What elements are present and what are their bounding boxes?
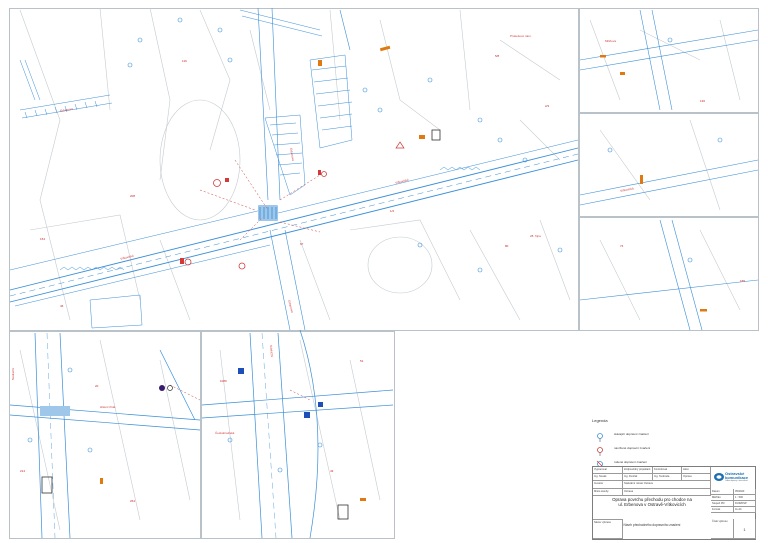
tb-place-label: Místo stavby [593,489,623,496]
parcel-number: 43 [330,469,334,473]
legend-row: stávající dopravní značení [592,427,752,442]
drawing-sheet: Erbenova Erbenova Erbenova Vítkovická Ví… [0,0,768,543]
street-label: Nádražní [269,344,275,358]
company-logo: Ostravské komunikace Odbor dopravy a kom… [713,469,755,487]
tb-place-value: Ostrava [623,489,711,496]
parcel-number: 214 [20,469,26,473]
drawing-title-line2: ul. Erbenova v Ostravě-Vítkovicích [618,502,686,507]
tb-sheet-value: 1 [734,519,756,539]
parcel-number: 20 [95,384,99,388]
tb-investor-value: Statutární město Ostrava [623,481,711,489]
logo-name: Ostravské komunikace [725,471,749,480]
drawing-name: Návrh přechodného dopravního značení [623,523,681,527]
parcel-number: 136 [700,99,706,103]
street-label: Nádražní [11,367,15,380]
crosswalk-bottom [40,406,70,416]
parcel-number: 155 [740,279,746,283]
parcel-number: 74 [620,244,624,248]
map-markers [27,17,723,473]
street-label: 28. října [530,234,541,238]
traffic-lines [169,159,321,401]
tb-right-value: 4x A4 [734,507,756,513]
street-label: Hlavní třída [100,405,116,409]
legend-row: navržené dopravní značení [592,441,752,456]
legend-label: rušené dopravní značení [614,460,648,464]
bottom-roads [9,329,394,539]
parking-lots [19,9,353,329]
tb-header-value: Ing. Novák [593,474,623,481]
tb-header-value: Ing. Svoboda [653,474,682,481]
parcel-number: 264 [130,499,136,503]
tb-drawing-label: Název výkresu [593,519,623,539]
legend-label: stávající dopravní značení [614,432,649,436]
parcel-number: 80 [505,244,509,248]
street-label: Prokešovo nám. [510,34,532,38]
main-road [9,139,579,307]
street-label: Milíčova [605,39,617,43]
legend: Legenda stávající dopravní značení navrž… [592,418,752,470]
tb-header-value: Oprava [682,474,711,481]
title-block: Vypracoval Zodpovědný projektant Kontrol… [592,466,756,540]
tb-header-value: Ing. Dvořák [623,474,653,481]
legend-title: Legenda [592,418,608,423]
parcel-number: 1/2 [390,209,395,213]
detail-roads [579,9,759,331]
tb-header-cell: Akce [682,467,711,474]
logo-subtitle: Odbor dopravy a komunikací [725,480,748,482]
blue-sign-icon [592,429,608,442]
parcel-number: 2/3 [545,104,550,108]
tb-right-label: Formát [711,507,734,513]
tb-header-cell: Vypracoval [593,467,623,474]
red-sign-icon [592,443,608,456]
street-label: Českobratrská [215,431,235,435]
parcel-number: 1080 [220,379,227,383]
parcel-number: 5/8 [495,54,500,58]
parcel-number: 116 [182,59,187,63]
parcel-number: 154 [40,237,46,241]
tb-header-cell: Zodpovědný projektant [623,467,653,474]
drawing-title: Oprava povrchu přechodu pro chodce na ul… [593,497,711,507]
legend-label: navržené dopravní značení [614,446,651,450]
tb-sheet-label: Číslo výkresu [711,519,734,539]
parcel-number: 208 [130,194,136,198]
tb-investor-label: Investor [593,481,623,489]
tb-header-cell: Kontroloval [653,467,682,474]
parcel-number: 51 [360,359,364,363]
parcel-number: 46 [60,304,64,308]
parcel-number: 67 [300,242,304,246]
